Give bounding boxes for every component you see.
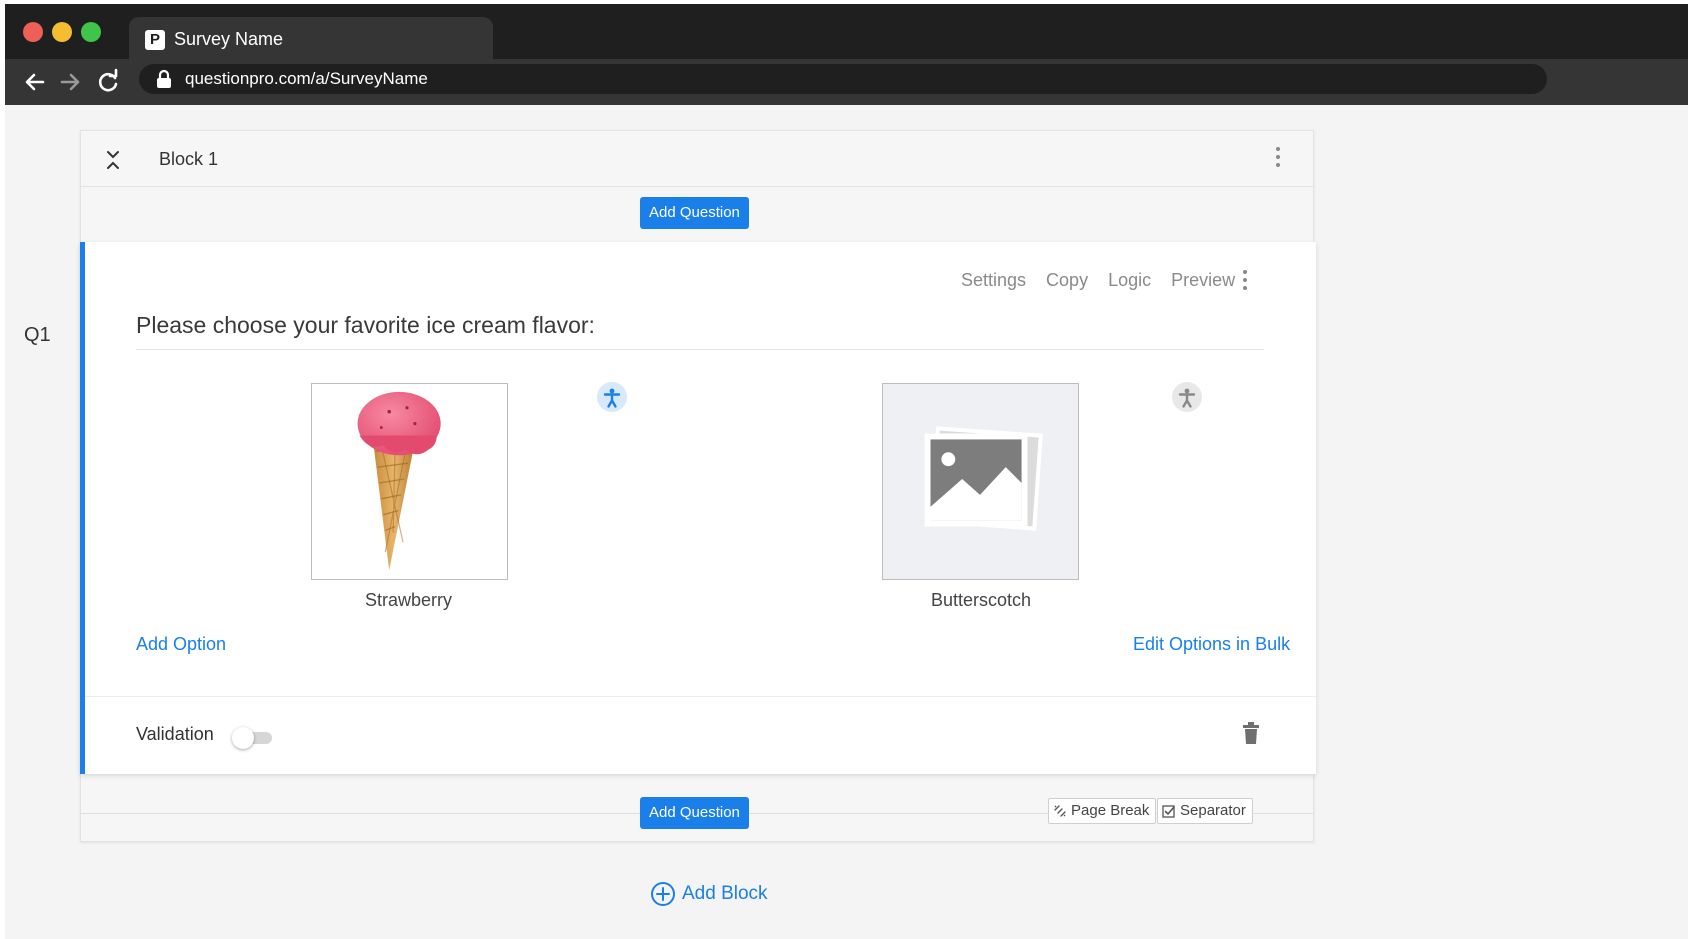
ice-cream-cone-image bbox=[357, 391, 441, 571]
app-frame: P Survey Name questionpro.com/a/SurveyNa… bbox=[5, 4, 1688, 939]
close-window-button[interactable] bbox=[23, 22, 43, 42]
add-option-link[interactable]: Add Option bbox=[136, 634, 226, 655]
trash-icon[interactable] bbox=[1242, 722, 1260, 744]
preview-link[interactable]: Preview bbox=[1171, 270, 1235, 291]
collapse-icon[interactable] bbox=[105, 149, 121, 171]
image-placeholder-icon bbox=[924, 426, 1043, 531]
question-footer-divider bbox=[85, 696, 1316, 697]
browser-chrome: P Survey Name questionpro.com/a/SurveyNa… bbox=[5, 4, 1688, 105]
block-menu-icon[interactable] bbox=[1274, 147, 1282, 171]
option-label-strawberry[interactable]: Strawberry bbox=[365, 590, 452, 611]
validation-label: Validation bbox=[136, 724, 214, 744]
separator-label: Separator bbox=[1180, 802, 1246, 819]
maximize-window-button[interactable] bbox=[81, 22, 101, 42]
browser-toolbar: questionpro.com/a/SurveyName bbox=[5, 59, 1688, 105]
question-menu-icon[interactable] bbox=[1241, 270, 1249, 294]
edit-options-bulk-link[interactable]: Edit Options in Bulk bbox=[1133, 634, 1290, 655]
option-label-butterscotch[interactable]: Butterscotch bbox=[931, 590, 1031, 611]
accessibility-icon-strawberry[interactable] bbox=[597, 382, 627, 412]
add-question-button-top[interactable]: Add Question bbox=[640, 197, 749, 229]
question-number: Q1 bbox=[24, 324, 51, 346]
forward-arrow-icon[interactable] bbox=[56, 67, 86, 97]
question-card[interactable]: Settings Copy Logic Preview Please choos… bbox=[80, 242, 1316, 774]
survey-block: Block 1 Add Question Settings Copy Logic… bbox=[80, 130, 1316, 842]
copy-link[interactable]: Copy bbox=[1046, 270, 1088, 291]
questionpro-favicon-icon: P bbox=[145, 30, 165, 50]
accessibility-icon-butterscotch[interactable] bbox=[1172, 382, 1202, 412]
validation-toggle[interactable] bbox=[232, 726, 272, 749]
question-text[interactable]: Please choose your favorite ice cream fl… bbox=[136, 312, 595, 339]
tab-title: Survey Name bbox=[174, 29, 284, 49]
question-toolbar: Settings Copy Logic Preview bbox=[961, 270, 1235, 291]
block-title: Block 1 bbox=[159, 149, 219, 169]
settings-link[interactable]: Settings bbox=[961, 270, 1026, 291]
question-divider bbox=[136, 349, 1264, 350]
reload-icon[interactable] bbox=[93, 67, 123, 97]
block-header: Block 1 bbox=[81, 131, 1313, 187]
address-bar[interactable]: questionpro.com/a/SurveyName bbox=[139, 64, 1547, 94]
plus-circle-icon bbox=[651, 882, 675, 906]
page-break-label: Page Break bbox=[1071, 802, 1150, 819]
add-block-label: Add Block bbox=[682, 883, 768, 904]
add-block-button[interactable]: Add Block bbox=[650, 881, 768, 907]
strawberry-option-image[interactable] bbox=[311, 383, 508, 580]
checkbox-checked-icon bbox=[1162, 805, 1175, 818]
minimize-window-button[interactable] bbox=[52, 22, 72, 42]
butterscotch-option-image[interactable] bbox=[882, 383, 1079, 580]
lock-icon bbox=[157, 69, 171, 88]
back-arrow-icon[interactable] bbox=[19, 67, 49, 97]
separator-button[interactable]: Separator bbox=[1157, 798, 1253, 824]
url-text: questionpro.com/a/SurveyName bbox=[185, 69, 428, 88]
page-break-icon bbox=[1054, 805, 1066, 817]
browser-tab[interactable]: P Survey Name bbox=[129, 17, 493, 59]
page-break-button[interactable]: Page Break bbox=[1048, 798, 1157, 824]
logic-link[interactable]: Logic bbox=[1108, 270, 1151, 291]
add-question-button-bottom[interactable]: Add Question bbox=[640, 797, 749, 829]
